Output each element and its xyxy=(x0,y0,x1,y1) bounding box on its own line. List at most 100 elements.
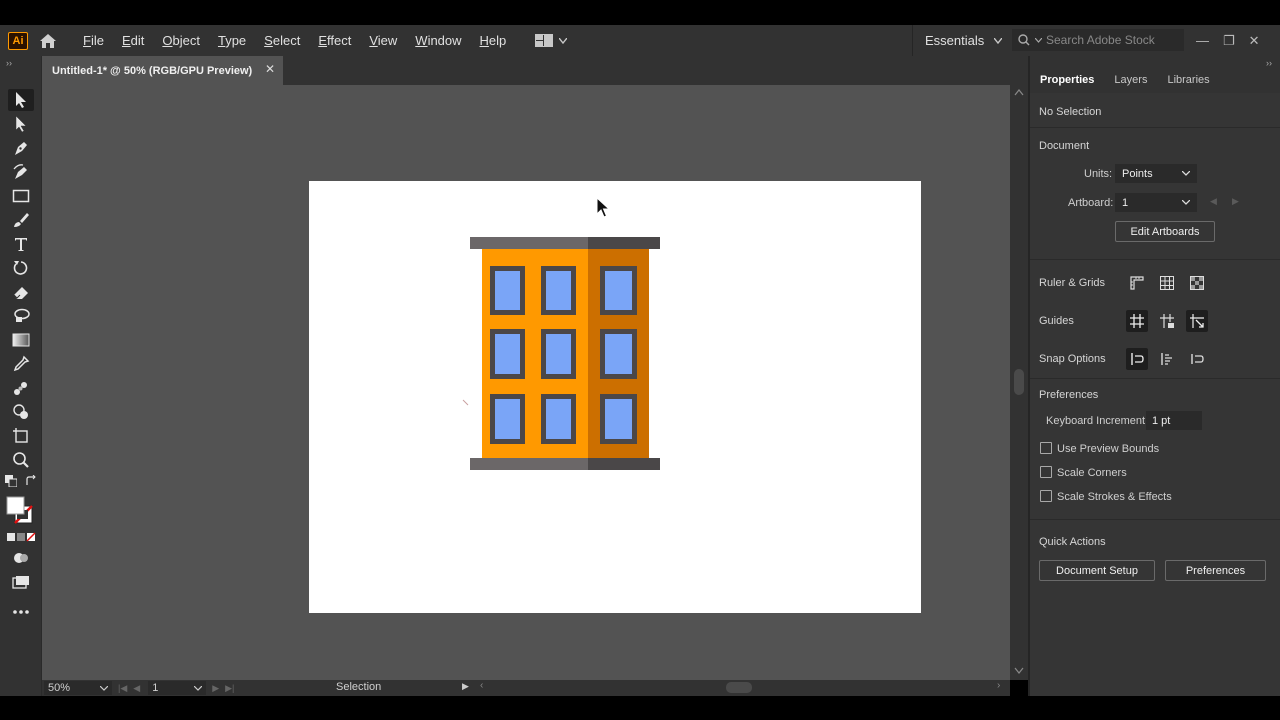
show-guides-icon[interactable] xyxy=(1126,310,1148,332)
document-tab[interactable]: Untitled-1* @ 50% (RGB/GPU Preview) ✕ xyxy=(42,56,283,85)
units-dropdown[interactable]: Points xyxy=(1115,164,1197,183)
menu-help[interactable]: Help xyxy=(471,27,516,55)
restore-icon[interactable]: ❐ xyxy=(1223,33,1235,49)
paintbrush-tool-icon[interactable] xyxy=(8,209,34,231)
zoom-tool-icon[interactable] xyxy=(8,449,34,471)
horizontal-scroll-thumb[interactable] xyxy=(726,682,752,693)
workspace-switcher[interactable]: Essentials xyxy=(912,25,1003,56)
lock-guides-icon[interactable] xyxy=(1156,310,1178,332)
use-preview-bounds-checkbox[interactable] xyxy=(1040,442,1052,454)
tab-layers[interactable]: Layers xyxy=(1104,69,1157,93)
artboard-value: 1 xyxy=(1122,196,1129,209)
menu-file[interactable]: File xyxy=(74,27,113,55)
more-tools-icon[interactable] xyxy=(8,601,34,623)
building-illustration[interactable] xyxy=(309,181,921,613)
transparency-grid-icon[interactable] xyxy=(1186,272,1208,294)
tab-properties[interactable]: Properties xyxy=(1030,69,1104,93)
curvature-tool-icon[interactable] xyxy=(8,161,34,183)
chevron-down-icon xyxy=(1182,200,1190,205)
status-menu-icon[interactable]: ▶ xyxy=(462,681,469,692)
minimize-icon[interactable]: — xyxy=(1196,33,1209,48)
next-artboard-icon[interactable]: ▶ xyxy=(212,683,219,694)
close-tab-icon[interactable]: ✕ xyxy=(265,62,275,76)
last-artboard-icon[interactable]: ▶| xyxy=(225,683,234,694)
zoom-level-dropdown[interactable]: 50% xyxy=(44,681,112,695)
scroll-left-icon[interactable]: ‹ xyxy=(480,680,483,691)
menu-effect[interactable]: Effect xyxy=(309,27,360,55)
preferences-button[interactable]: Preferences xyxy=(1165,560,1266,581)
vertical-scroll-thumb[interactable] xyxy=(1014,369,1024,395)
collapse-panel-icon[interactable]: ›› xyxy=(1266,58,1272,68)
first-artboard-icon[interactable]: |◀ xyxy=(118,683,127,694)
guides-label: Guides xyxy=(1039,315,1074,327)
tab-libraries[interactable]: Libraries xyxy=(1157,69,1219,93)
pen-tool-icon[interactable] xyxy=(8,137,34,159)
artboard-tool-icon[interactable] xyxy=(8,425,34,447)
arrange-documents-button[interactable] xyxy=(535,34,568,47)
scroll-down-icon[interactable] xyxy=(1014,667,1024,674)
next-artboard-icon[interactable]: ▶ xyxy=(1232,196,1239,207)
scroll-up-icon[interactable] xyxy=(1014,89,1024,96)
smart-guides-icon[interactable] xyxy=(1186,310,1208,332)
status-bar: 50% |◀ ◀ 1 ▶ ▶| Selection ▶ ‹ › xyxy=(42,680,1010,696)
artboard-number-dropdown[interactable]: 1 xyxy=(148,681,207,695)
rectangle-tool-icon[interactable] xyxy=(8,185,34,207)
artboard[interactable] xyxy=(309,181,921,613)
menu-select[interactable]: Select xyxy=(255,27,309,55)
menu-edit[interactable]: Edit xyxy=(113,27,153,55)
rotate-tool-icon[interactable] xyxy=(8,257,34,279)
blend-tool-icon[interactable] xyxy=(8,377,34,399)
snap-to-pixel-icon[interactable] xyxy=(1156,348,1178,370)
keyboard-increment-input[interactable]: 1 pt xyxy=(1146,411,1202,430)
menu-object[interactable]: Object xyxy=(153,27,209,55)
zoom-level-value: 50% xyxy=(48,682,71,694)
screen-mode-icon[interactable] xyxy=(8,571,34,593)
selection-tool-icon[interactable] xyxy=(8,89,34,111)
edit-artboards-button[interactable]: Edit Artboards xyxy=(1115,221,1215,242)
snap-to-grid-icon[interactable] xyxy=(1186,348,1208,370)
type-tool-icon[interactable] xyxy=(8,233,34,255)
scroll-right-icon[interactable]: › xyxy=(997,680,1000,691)
canvas-area[interactable] xyxy=(42,85,1010,680)
menu-view[interactable]: View xyxy=(360,27,406,55)
artboard-dropdown[interactable]: 1 xyxy=(1115,193,1197,212)
document-setup-button[interactable]: Document Setup xyxy=(1039,560,1155,581)
document-tab-title: Untitled-1* @ 50% (RGB/GPU Preview) xyxy=(52,64,253,77)
rulers-icon[interactable] xyxy=(1126,272,1148,294)
chevron-down-icon xyxy=(1182,171,1190,176)
menu-window[interactable]: Window xyxy=(406,27,470,55)
shape-builder-tool-icon[interactable] xyxy=(8,401,34,423)
scale-strokes-checkbox[interactable] xyxy=(1040,490,1052,502)
eyedropper-tool-icon[interactable] xyxy=(8,353,34,375)
app-logo: Ai xyxy=(8,31,28,50)
quick-actions-heading: Quick Actions xyxy=(1039,536,1106,548)
letterbox-bottom xyxy=(0,696,1280,720)
home-icon[interactable] xyxy=(36,30,60,52)
default-colors-icon[interactable] xyxy=(4,474,18,488)
previous-artboard-icon[interactable]: ◀ xyxy=(133,683,140,694)
snap-to-point-icon[interactable] xyxy=(1126,348,1148,370)
lasso-tool-icon[interactable] xyxy=(8,305,34,327)
workspace-label: Essentials xyxy=(925,33,985,48)
menu-type[interactable]: Type xyxy=(209,27,255,55)
previous-artboard-icon[interactable]: ◀ xyxy=(1210,196,1217,207)
grid-icon[interactable] xyxy=(1156,272,1178,294)
direct-selection-tool-icon[interactable] xyxy=(8,113,34,135)
fill-stroke-swatch[interactable] xyxy=(5,494,37,526)
document-tab-row: Untitled-1* @ 50% (RGB/GPU Preview) ✕ xyxy=(0,56,1028,85)
roof xyxy=(470,237,588,249)
snap-options-label: Snap Options xyxy=(1039,353,1106,365)
close-icon[interactable]: ✕ xyxy=(1249,33,1260,49)
vertical-scrollbar[interactable] xyxy=(1010,85,1028,680)
collapse-toolbar-icon[interactable]: ›› xyxy=(6,58,12,68)
letterbox-top xyxy=(0,0,1280,25)
color-mode-icons[interactable] xyxy=(5,530,37,544)
draw-mode-icon[interactable] xyxy=(8,547,34,569)
search-stock-field[interactable]: Search Adobe Stock xyxy=(1012,29,1184,51)
eraser-tool-icon[interactable] xyxy=(8,281,34,303)
swap-colors-icon[interactable] xyxy=(24,474,38,488)
gradient-tool-icon[interactable] xyxy=(8,329,34,351)
current-tool-label[interactable]: Selection xyxy=(336,681,381,693)
properties-panel: ›› Properties Layers Libraries No Select… xyxy=(1028,56,1280,696)
scale-corners-checkbox[interactable] xyxy=(1040,466,1052,478)
